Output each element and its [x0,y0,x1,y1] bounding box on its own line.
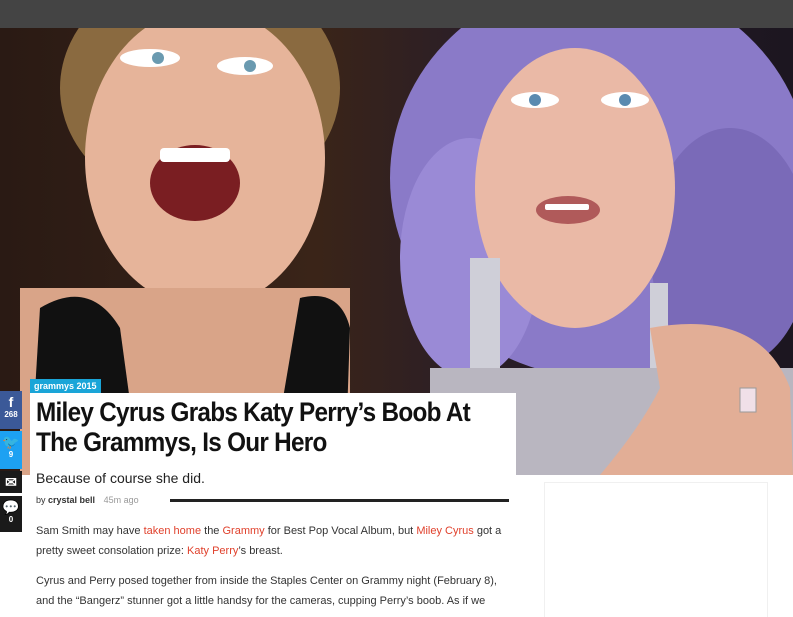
twitter-share-count: 9 [8,450,14,459]
paragraph-2: Cyrus and Perry posed together from insi… [36,575,497,607]
author-link[interactable]: crystal bell [48,495,95,505]
miley-cyrus-link[interactable]: Miley Cyrus [416,525,473,537]
top-bar [0,0,793,28]
paragraph-text: the [201,525,223,537]
sidebar-ad-slot [545,483,767,617]
byline-prefix: by [36,495,46,505]
article-dek: Because of course she did. [36,470,205,486]
facebook-share-button[interactable]: f 268 [0,391,22,429]
katy-perry-link[interactable]: Katy Perry [187,545,238,557]
headline-line-2: The Grammys, Is Our Hero [36,427,327,457]
comment-icon: 💬 [2,499,20,515]
comments-count: 0 [8,515,14,524]
email-share-button[interactable]: ✉ [0,471,22,493]
paragraph-1: Sam Smith may have taken home the Grammy… [36,521,516,561]
paragraph-text: ’s breast. [238,545,283,557]
article-card: Miley Cyrus Grabs Katy Perry’s Boob At T… [30,393,516,617]
byline: by crystal bell 45m ago [36,495,139,505]
article-headline: Miley Cyrus Grabs Katy Perry’s Boob At T… [36,397,471,457]
twitter-icon: 🐦 [2,434,20,450]
twitter-share-button[interactable]: 🐦 9 [0,431,22,469]
byline-rule [170,499,509,502]
facebook-share-count: 268 [4,410,18,419]
grammy-link[interactable]: Grammy [222,525,264,537]
headline-line-1: Miley Cyrus Grabs Katy Perry’s Boob At [36,397,471,427]
comments-button[interactable]: 💬 0 [0,496,22,532]
taken-home-link[interactable]: taken home [144,525,201,537]
email-icon: ✉ [5,474,17,490]
paragraph-text: Sam Smith may have [36,525,144,537]
paragraph-text: for Best Pop Vocal Album, but [264,525,417,537]
timestamp: 45m ago [103,495,139,505]
category-tag[interactable]: grammys 2015 [30,379,101,393]
facebook-icon: f [8,394,14,410]
